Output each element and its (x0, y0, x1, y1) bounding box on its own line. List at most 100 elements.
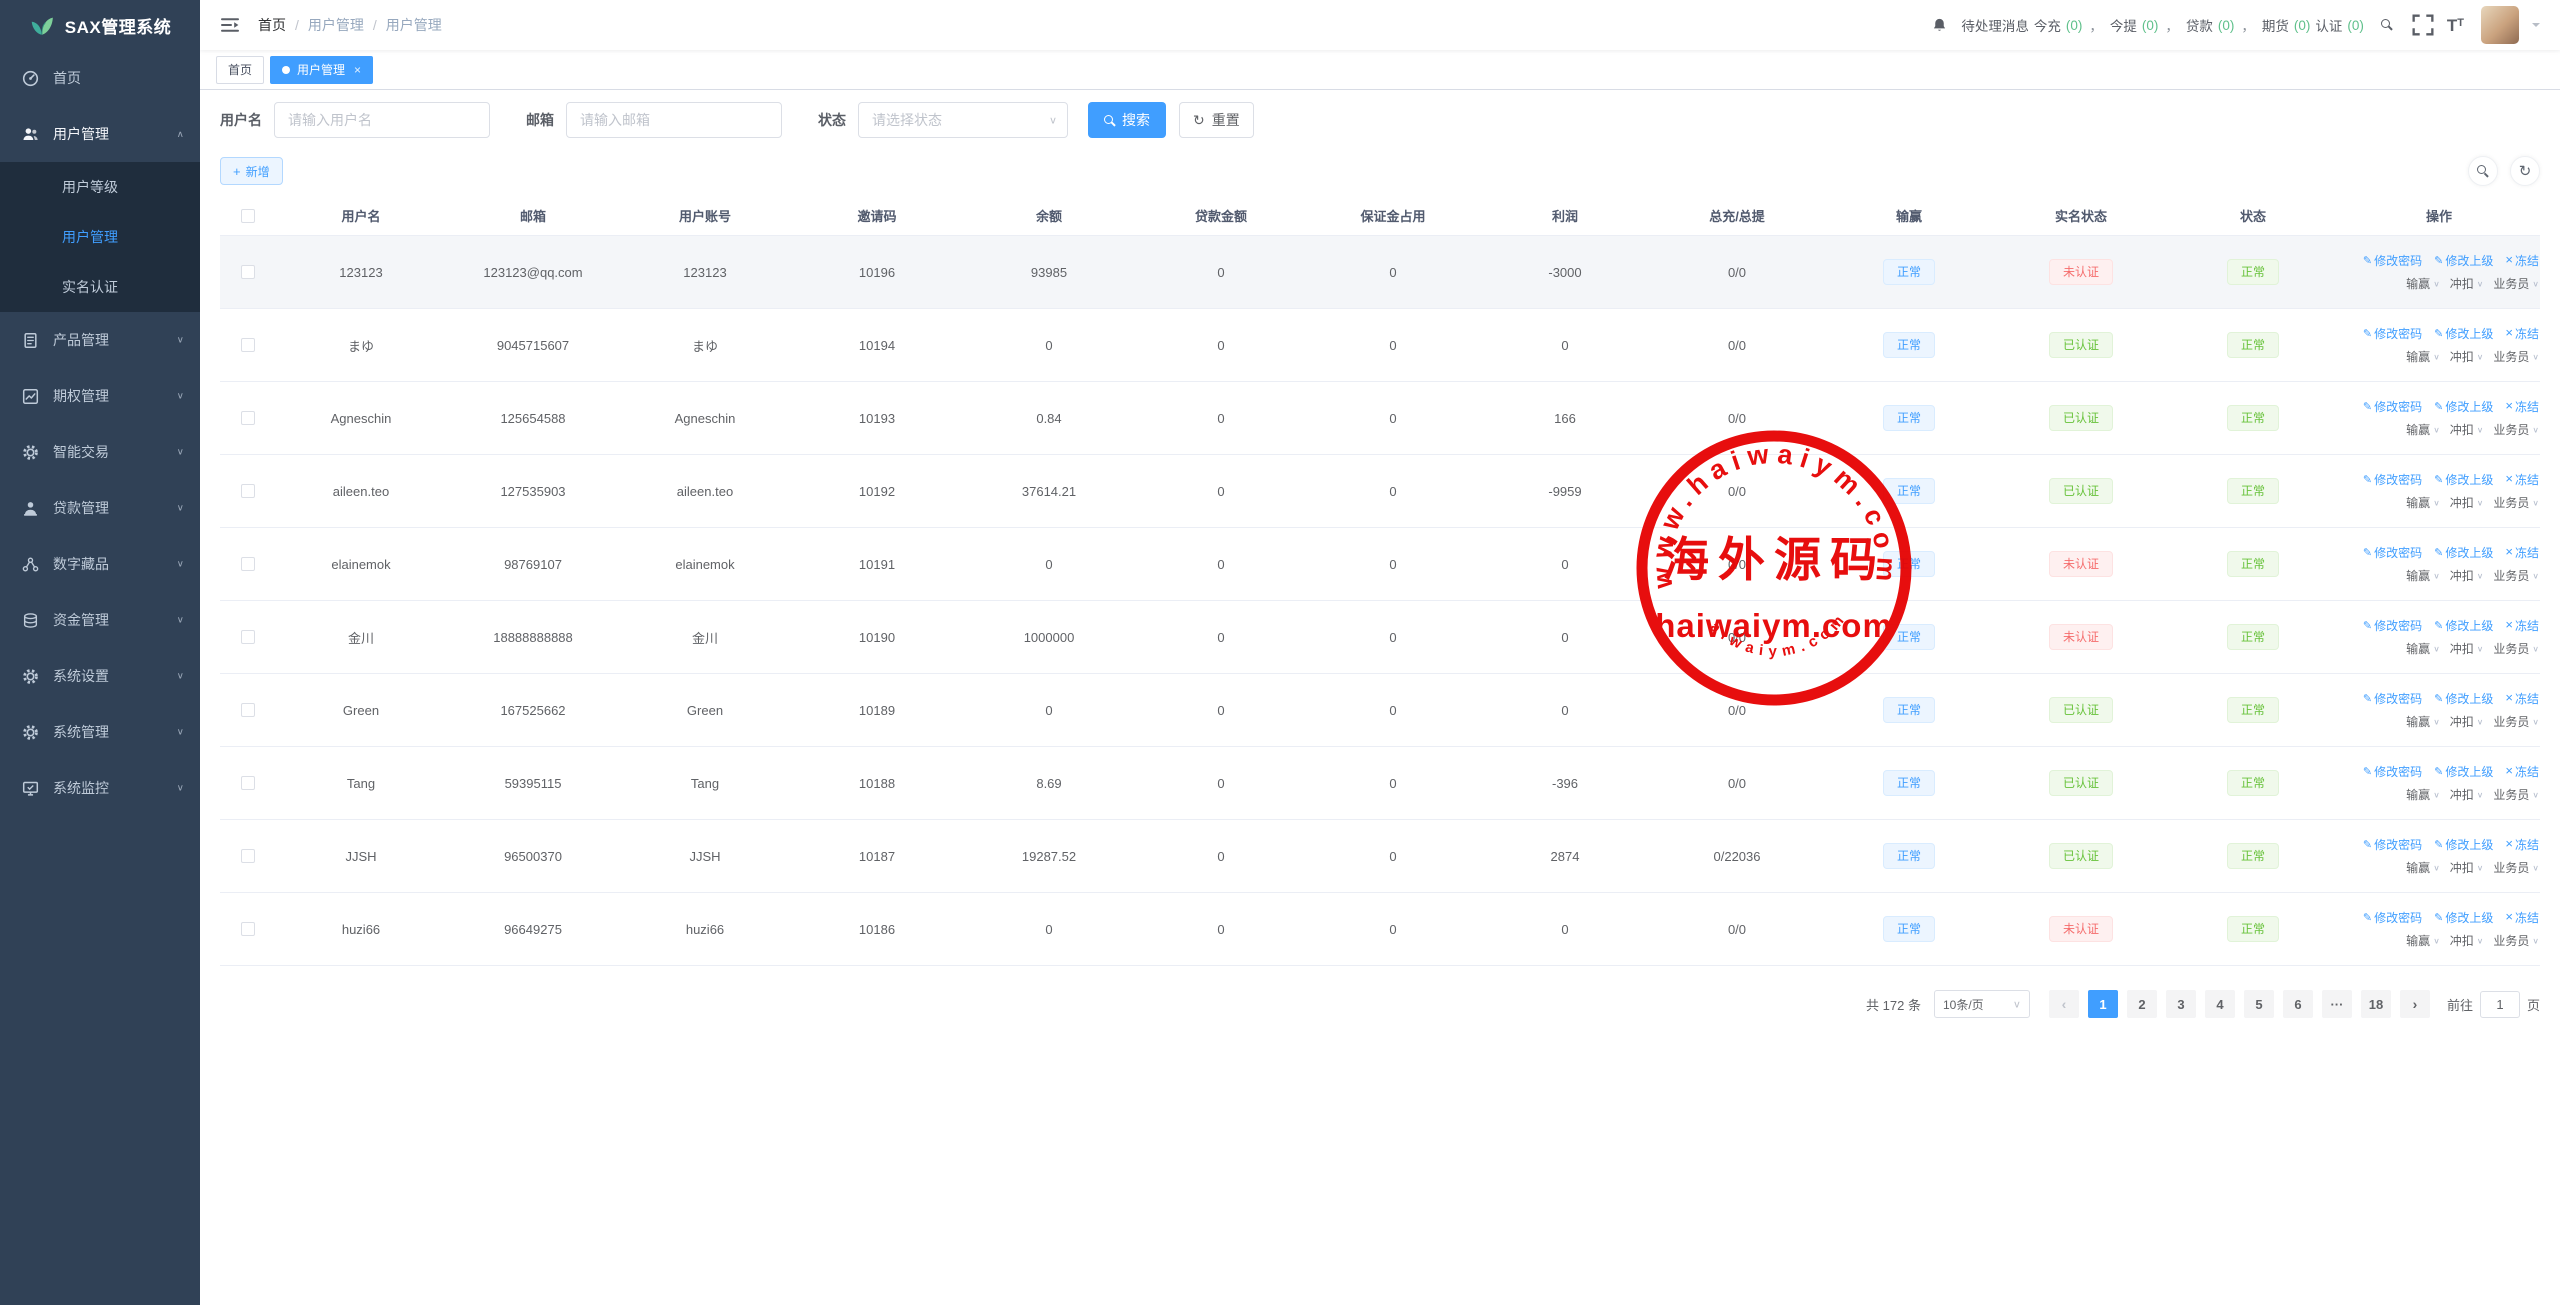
sidebar-item-system-management[interactable]: 系统管理 (0, 704, 200, 760)
salesman-dropdown[interactable]: 业务员 (2493, 931, 2539, 951)
page-button-3[interactable]: 3 (2166, 990, 2196, 1018)
win-lose-dropdown[interactable]: 输赢 (2406, 712, 2440, 732)
sidebar-item-digital-collectibles[interactable]: 数字藏品 (0, 536, 200, 592)
tab-home[interactable]: 首页 (216, 56, 264, 84)
win-lose-dropdown[interactable]: 输赢 (2406, 858, 2440, 878)
freeze-link[interactable]: 冻结 (2505, 469, 2539, 490)
more-pages-button[interactable]: ··· (2322, 990, 2352, 1018)
win-lose-dropdown[interactable]: 输赢 (2406, 566, 2440, 586)
message-label[interactable]: 认证 (2315, 15, 2342, 35)
breadcrumb-home[interactable]: 首页 (258, 15, 286, 35)
message-label[interactable]: 今充 (2034, 15, 2061, 35)
win-lose-dropdown[interactable]: 输赢 (2406, 493, 2440, 513)
freeze-link[interactable]: 冻结 (2505, 834, 2539, 855)
freeze-link[interactable]: 冻结 (2505, 688, 2539, 709)
deduct-dropdown[interactable]: 冲扣 (2450, 858, 2484, 878)
freeze-link[interactable]: 冻结 (2505, 761, 2539, 782)
username-input[interactable] (274, 102, 490, 138)
page-button-1[interactable]: 1 (2088, 990, 2118, 1018)
table-search-icon-button[interactable] (2468, 156, 2498, 186)
deduct-dropdown[interactable]: 冲扣 (2450, 493, 2484, 513)
edit-password-link[interactable]: 修改密码 (2363, 688, 2422, 709)
page-button-4[interactable]: 4 (2205, 990, 2235, 1018)
close-icon[interactable] (354, 63, 361, 77)
deduct-dropdown[interactable]: 冲扣 (2450, 420, 2484, 440)
salesman-dropdown[interactable]: 业务员 (2493, 712, 2539, 732)
next-page-button[interactable]: › (2400, 990, 2430, 1018)
row-checkbox[interactable] (241, 557, 255, 571)
row-checkbox[interactable] (241, 849, 255, 863)
row-checkbox[interactable] (241, 776, 255, 790)
salesman-dropdown[interactable]: 业务员 (2493, 858, 2539, 878)
sidebar-collapse-icon[interactable] (220, 15, 240, 35)
deduct-dropdown[interactable]: 冲扣 (2450, 712, 2484, 732)
font-size-icon[interactable]: TT (2447, 17, 2464, 34)
deduct-dropdown[interactable]: 冲扣 (2450, 639, 2484, 659)
sidebar-item-system-monitor[interactable]: 系统监控 (0, 760, 200, 816)
row-checkbox[interactable] (241, 265, 255, 279)
row-checkbox[interactable] (241, 411, 255, 425)
edit-parent-link[interactable]: 修改上级 (2434, 615, 2493, 636)
deduct-dropdown[interactable]: 冲扣 (2450, 785, 2484, 805)
goto-page-input[interactable] (2480, 991, 2520, 1018)
header-search-icon[interactable] (2377, 14, 2399, 36)
edit-parent-link[interactable]: 修改上级 (2434, 250, 2493, 271)
deduct-dropdown[interactable]: 冲扣 (2450, 566, 2484, 586)
win-lose-dropdown[interactable]: 输赢 (2406, 274, 2440, 294)
message-label[interactable]: 期货 (2262, 15, 2289, 35)
win-lose-dropdown[interactable]: 输赢 (2406, 347, 2440, 367)
sidebar-item-system-settings[interactable]: 系统设置 (0, 648, 200, 704)
tab-user-management[interactable]: 用户管理 (270, 56, 373, 84)
reset-button[interactable]: 重置 (1179, 102, 1254, 138)
salesman-dropdown[interactable]: 业务员 (2493, 785, 2539, 805)
edit-parent-link[interactable]: 修改上级 (2434, 323, 2493, 344)
win-lose-dropdown[interactable]: 输赢 (2406, 785, 2440, 805)
freeze-link[interactable]: 冻结 (2505, 396, 2539, 417)
win-lose-dropdown[interactable]: 输赢 (2406, 931, 2440, 951)
deduct-dropdown[interactable]: 冲扣 (2450, 347, 2484, 367)
edit-parent-link[interactable]: 修改上级 (2434, 834, 2493, 855)
edit-password-link[interactable]: 修改密码 (2363, 834, 2422, 855)
sidebar-item-options-management[interactable]: 期权管理 (0, 368, 200, 424)
page-button-18[interactable]: 18 (2361, 990, 2391, 1018)
deduct-dropdown[interactable]: 冲扣 (2450, 931, 2484, 951)
edit-password-link[interactable]: 修改密码 (2363, 615, 2422, 636)
freeze-link[interactable]: 冻结 (2505, 542, 2539, 563)
freeze-link[interactable]: 冻结 (2505, 250, 2539, 271)
row-checkbox[interactable] (241, 630, 255, 644)
search-button[interactable]: 搜索 (1088, 102, 1166, 138)
salesman-dropdown[interactable]: 业务员 (2493, 347, 2539, 367)
bell-icon[interactable] (1931, 17, 1948, 34)
edit-parent-link[interactable]: 修改上级 (2434, 907, 2493, 928)
edit-parent-link[interactable]: 修改上级 (2434, 761, 2493, 782)
row-checkbox[interactable] (241, 484, 255, 498)
add-button[interactable]: 新增 (220, 157, 283, 185)
row-checkbox[interactable] (241, 922, 255, 936)
edit-password-link[interactable]: 修改密码 (2363, 469, 2422, 490)
salesman-dropdown[interactable]: 业务员 (2493, 566, 2539, 586)
page-size-select[interactable]: 10条/页 (1934, 990, 2030, 1018)
avatar-caret-down-icon[interactable] (2532, 23, 2540, 31)
page-button-2[interactable]: 2 (2127, 990, 2157, 1018)
freeze-link[interactable]: 冻结 (2505, 907, 2539, 928)
win-lose-dropdown[interactable]: 输赢 (2406, 639, 2440, 659)
sidebar-item-funds-management[interactable]: 资金管理 (0, 592, 200, 648)
edit-parent-link[interactable]: 修改上级 (2434, 469, 2493, 490)
edit-parent-link[interactable]: 修改上级 (2434, 396, 2493, 417)
deduct-dropdown[interactable]: 冲扣 (2450, 274, 2484, 294)
select-all-checkbox[interactable] (241, 209, 255, 223)
message-label[interactable]: 贷款 (2186, 15, 2213, 35)
sidebar-subitem-user-management[interactable]: 用户管理 (0, 212, 200, 262)
email-input[interactable] (566, 102, 782, 138)
prev-page-button[interactable]: ‹ (2049, 990, 2079, 1018)
message-label[interactable]: 今提 (2110, 15, 2137, 35)
fullscreen-icon[interactable] (2412, 14, 2434, 36)
status-select[interactable]: 请选择状态 (858, 102, 1068, 138)
freeze-link[interactable]: 冻结 (2505, 323, 2539, 344)
sidebar-item-loan-management[interactable]: 贷款管理 (0, 480, 200, 536)
sidebar-item-product-management[interactable]: 产品管理 (0, 312, 200, 368)
sidebar-item-smart-trading[interactable]: 智能交易 (0, 424, 200, 480)
page-button-5[interactable]: 5 (2244, 990, 2274, 1018)
salesman-dropdown[interactable]: 业务员 (2493, 420, 2539, 440)
avatar[interactable] (2481, 6, 2519, 44)
